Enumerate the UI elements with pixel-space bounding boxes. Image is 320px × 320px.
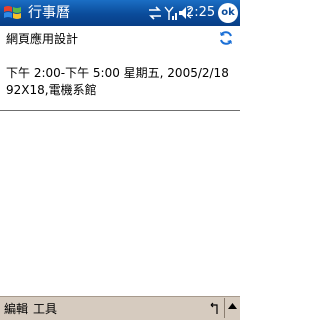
sip-arrow-icon[interactable] <box>224 298 240 318</box>
refresh-icon[interactable] <box>218 30 234 46</box>
undo-icon[interactable] <box>209 302 221 319</box>
sync-arrows-icon[interactable] <box>148 5 162 21</box>
windows-start-icon[interactable] <box>2 3 24 23</box>
appointment-subject: 網頁應用設計 <box>6 32 79 46</box>
menu-bar: 編輯 工具 <box>0 296 240 320</box>
signal-strength-icon[interactable] <box>164 5 178 21</box>
notes-area[interactable] <box>0 111 240 296</box>
ok-button[interactable]: ok <box>218 3 238 23</box>
menu-tools[interactable]: 工具 <box>33 301 57 317</box>
appointment-location: 92X18,電機系館 <box>6 83 97 97</box>
title-bar: 行事曆 2:25 ok <box>0 0 240 26</box>
appointment-time: 下午 2:00-下午 5:00 星期五, 2005/2/18 <box>6 66 229 80</box>
app-title: 行事曆 <box>28 5 70 21</box>
menu-edit[interactable]: 編輯 <box>4 301 28 317</box>
clock[interactable]: 2:25 <box>186 5 215 21</box>
